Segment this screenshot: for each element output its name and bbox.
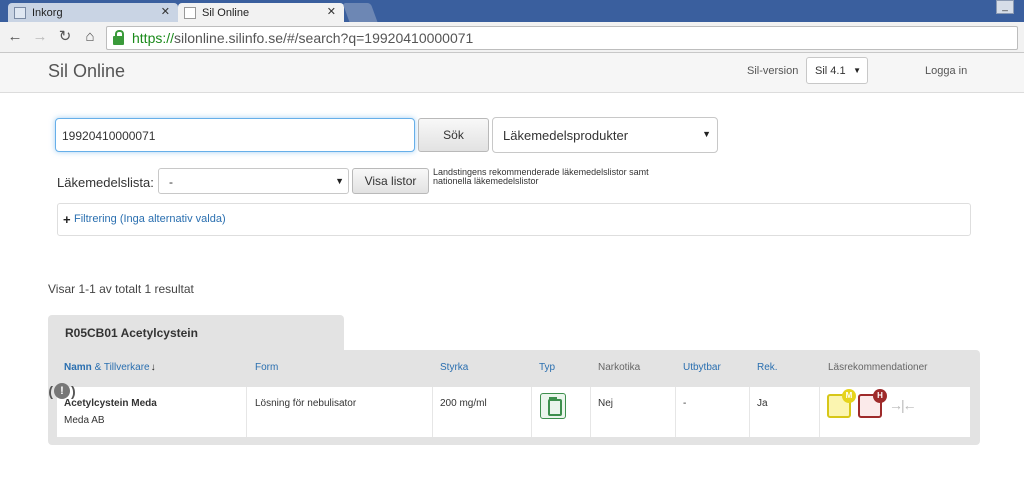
column-header-narcotic: Narkotika — [598, 362, 641, 373]
plus-icon[interactable]: + — [63, 213, 71, 226]
column-header-rek[interactable]: Rek. — [757, 362, 778, 373]
column-header-type[interactable]: Typ — [539, 362, 555, 373]
tab-label: Sil Online — [202, 6, 250, 19]
search-type-select[interactable]: Läkemedelsprodukter ▼ — [492, 117, 718, 153]
cell-divider — [531, 387, 532, 437]
close-icon[interactable]: ✕ — [161, 5, 170, 18]
caret-down-icon: ▼ — [702, 129, 711, 139]
column-header-form[interactable]: Form — [255, 362, 278, 373]
cell-divider — [590, 387, 591, 437]
login-link[interactable]: Logga in — [925, 65, 967, 77]
medicine-list-note: Landstingens rekommenderade läkemedelsli… — [433, 167, 649, 186]
filter-toggle-link[interactable]: Filtrering (Inga alternativ valda) — [74, 213, 226, 225]
search-input[interactable]: 19920410000071 — [55, 118, 415, 152]
mail-icon — [14, 6, 26, 19]
version-value: Sil 4.1 — [815, 65, 846, 77]
column-header-strength[interactable]: Styrka — [440, 362, 468, 373]
cell-divider — [749, 387, 750, 437]
badge-m: M — [842, 389, 856, 403]
cell-divider — [675, 387, 676, 437]
minimize-icon[interactable]: _ — [996, 0, 1014, 14]
close-icon[interactable]: ✕ — [327, 5, 336, 18]
caret-down-icon: ▼ — [853, 66, 861, 75]
version-label: Sil-version — [747, 65, 799, 77]
caret-down-icon: ▼ — [335, 176, 344, 186]
lock-icon — [113, 29, 124, 45]
medicine-list-select[interactable]: - ▼ — [158, 168, 349, 194]
brand-title[interactable]: Sil Online — [48, 61, 125, 82]
url-scheme: https:// — [132, 30, 175, 46]
column-header-name[interactable]: Namn & Tillverkare↓ — [64, 362, 156, 373]
pregnancy-recommendation-icon[interactable]: M — [827, 389, 856, 418]
page-icon — [184, 6, 196, 19]
address-bar[interactable]: https:// silonline.silinfo.se/#/search?q… — [106, 26, 1018, 50]
version-select[interactable]: Sil 4.1 ▼ — [806, 57, 868, 84]
medicine-list-value: - — [169, 175, 173, 189]
tab-inkorg[interactable]: Inkorg ✕ — [8, 3, 178, 22]
home-icon[interactable]: ⌂ — [81, 28, 99, 46]
search-type-value: Läkemedelsprodukter — [503, 128, 629, 143]
sort-desc-icon[interactable]: ↓ — [151, 362, 156, 373]
show-lists-button[interactable]: Visa listor — [352, 168, 429, 194]
cell-divider — [246, 387, 247, 437]
product-narcotic: Nej — [598, 398, 614, 409]
bottle-icon[interactable] — [540, 393, 566, 419]
column-header-reading: Läsrekommendationer — [828, 362, 928, 373]
search-button[interactable]: Sök — [418, 118, 489, 152]
badge-h: H — [873, 389, 887, 403]
cell-divider — [819, 387, 820, 437]
column-maker-label: & Tillverkare — [94, 362, 150, 373]
product-name[interactable]: Acetylcystein Meda — [64, 398, 157, 409]
interaction-icon[interactable]: →|← — [889, 397, 921, 417]
column-header-exchangeable[interactable]: Utbytbar — [683, 362, 721, 373]
browser-toolbar: ← → ↻ ⌂ https:// silonline.silinfo.se/#/… — [0, 22, 1024, 53]
column-name-label: Namn — [64, 362, 92, 373]
search-input-value: 19920410000071 — [62, 129, 156, 143]
tab-sil-online[interactable]: Sil Online ✕ — [178, 3, 344, 22]
app-header: Sil Online Sil-version Sil 4.1 ▼ Logga i… — [0, 53, 1024, 93]
result-group-title: R05CB01 Acetylcystein — [65, 326, 198, 340]
reload-icon[interactable]: ↻ — [56, 28, 74, 46]
url-path: silonline.silinfo.se/#/search?q=19920410… — [174, 30, 474, 46]
product-rek: Ja — [757, 398, 768, 409]
cell-divider — [432, 387, 433, 437]
browser-tab-bar: Inkorg ✕ Sil Online ✕ _ — [0, 0, 1024, 22]
tab-label: Inkorg — [32, 6, 63, 19]
new-tab-button[interactable] — [342, 3, 378, 22]
product-form: Lösning för nebulisator — [255, 398, 357, 409]
back-icon[interactable]: ← — [6, 28, 24, 46]
product-maker: Meda AB — [64, 415, 105, 426]
breastfeeding-recommendation-icon[interactable]: H — [858, 389, 887, 418]
product-exchangeable: - — [683, 398, 687, 409]
product-strength: 200 mg/ml — [440, 398, 487, 409]
forward-icon[interactable]: → — [31, 28, 49, 46]
medicine-list-label: Läkemedelslista: — [57, 175, 154, 190]
result-count: Visar 1-1 av totalt 1 resultat — [48, 282, 194, 296]
